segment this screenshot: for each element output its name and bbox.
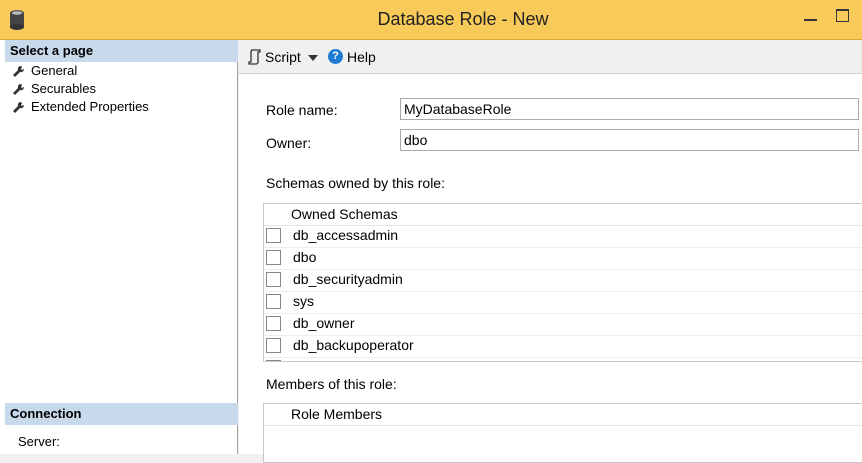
wrench-icon [13,65,25,77]
script-label: Script [265,49,301,65]
connection-header: Connection [5,403,238,425]
schema-name: sys [293,293,314,309]
schema-checkbox[interactable] [266,272,281,287]
minimize-button[interactable] [804,8,818,22]
wrench-icon [13,101,25,113]
schema-checkbox[interactable] [266,228,281,243]
role-name-label: Role name: [266,102,338,118]
table-row: db_accessadmin [264,225,862,248]
members-label: Members of this role: [266,376,397,392]
wrench-icon [13,83,25,95]
page-item-label: General [31,63,78,78]
table-row: dbo [264,247,862,270]
select-page-pane: Select a page General Securables Extende… [0,40,238,454]
help-icon: ? [328,49,343,64]
page-item-label: Extended Properties [31,99,149,114]
table-row: db_owner [264,313,862,336]
window-title: Database Role - New [377,9,549,29]
schema-checkbox[interactable] [266,294,281,309]
maximize-button[interactable] [836,8,850,22]
owned-schemas-header: Owned Schemas [264,204,862,226]
table-row: sys [264,291,862,314]
owned-schemas-grid: Owned Schemas db_accessadmin dbo db_secu… [263,203,862,362]
schema-checkbox[interactable] [266,338,281,353]
script-dropdown-arrow-icon[interactable] [308,55,318,61]
schema-checkbox[interactable] [266,360,281,361]
schema-name: db_securityadmin [293,271,403,287]
schema-checkbox[interactable] [266,250,281,265]
schema-name: dbo [293,249,317,265]
schema-name: db_backupoperator [293,337,414,353]
schema-checkbox[interactable] [266,316,281,331]
owner-label: Owner: [266,135,312,151]
role-members-grid: Role Members [263,403,862,463]
table-row-partial [264,357,862,361]
server-label: Server: [18,434,60,449]
schemas-label: Schemas owned by this role: [266,175,445,191]
role-members-column-header: Role Members [291,406,383,422]
script-icon [248,49,261,65]
toolbar: Script ? Help [239,40,862,74]
role-name-input[interactable] [400,98,859,120]
table-row: db_backupoperator [264,335,862,358]
schema-name: db_owner [293,315,355,331]
owner-input[interactable] [400,129,859,151]
title-bar: Database Role - New [0,0,862,40]
role-members-header: Role Members [264,404,862,426]
owned-schemas-column-header: Owned Schemas [291,206,398,222]
page-item-label: Securables [31,81,97,96]
table-row: db_securityadmin [264,269,862,292]
main-pane: Script ? Help Role name: Owner: Schemas … [239,40,862,463]
select-page-header: Select a page [5,40,238,62]
help-label: Help [347,49,376,65]
schema-name: db_accessadmin [293,227,399,243]
